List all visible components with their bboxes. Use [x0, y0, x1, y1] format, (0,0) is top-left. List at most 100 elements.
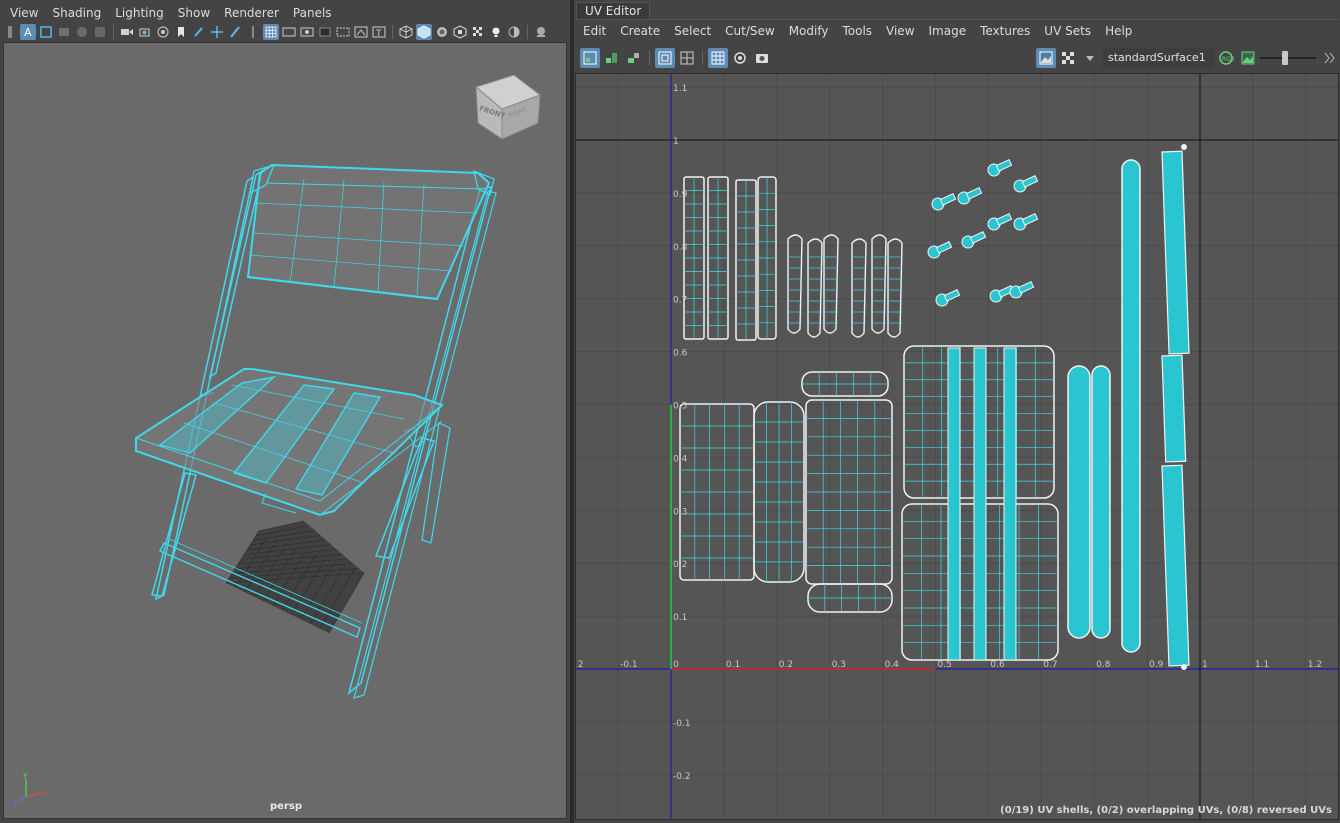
camera-switch-icon[interactable] — [137, 24, 153, 40]
film-gate-icon[interactable] — [281, 24, 297, 40]
uv-frame-all-icon[interactable] — [677, 48, 697, 68]
uv-shell-stack-icon[interactable] — [602, 48, 622, 68]
uv-menu-view[interactable]: View — [879, 24, 921, 38]
grid-icon[interactable] — [263, 24, 279, 40]
resolution-gate-icon[interactable] — [299, 24, 315, 40]
exposure-slider-knob[interactable] — [1282, 50, 1288, 65]
smooth-shade-icon[interactable] — [416, 24, 432, 40]
uv-shell[interactable] — [707, 176, 729, 340]
dropdown-arrow-icon[interactable] — [1080, 48, 1100, 68]
uv-shell[interactable] — [1161, 150, 1190, 355]
uv-shell[interactable] — [1009, 281, 1035, 299]
uv-shell[interactable] — [987, 213, 1013, 231]
paint-brush-icon[interactable] — [227, 24, 243, 40]
uv-frame-icon[interactable] — [655, 47, 675, 68]
uv-shell[interactable] — [987, 159, 1013, 177]
uv-menu-textures[interactable]: Textures — [973, 24, 1037, 38]
uv-layout-icon[interactable] — [624, 48, 644, 68]
textured-icon[interactable] — [452, 24, 468, 40]
menu-panels[interactable]: Panels — [286, 6, 339, 20]
uv-menu-create[interactable]: Create — [613, 24, 667, 38]
gate-mask-icon[interactable] — [317, 24, 333, 40]
image-exposure-icon[interactable] — [1238, 48, 1258, 68]
uv-shell[interactable] — [871, 234, 887, 334]
menu-shading[interactable]: Shading — [45, 6, 108, 20]
uv-menu-tools[interactable]: Tools — [835, 24, 879, 38]
2d-pan-zoom-icon[interactable] — [92, 24, 108, 40]
uv-shell[interactable] — [807, 583, 893, 613]
uv-shell[interactable] — [801, 371, 889, 397]
menu-renderer[interactable]: Renderer — [217, 6, 286, 20]
film-icon[interactable] — [155, 24, 171, 40]
isolate-select-icon[interactable] — [533, 24, 549, 40]
uv-menu-modify[interactable]: Modify — [782, 24, 836, 38]
display-image-icon[interactable] — [1036, 47, 1056, 68]
lights-icon[interactable] — [488, 24, 504, 40]
menu-view[interactable]: View — [3, 6, 45, 20]
grip-icon[interactable] — [2, 24, 18, 40]
uv-shell[interactable] — [1013, 175, 1039, 193]
uv-shell[interactable] — [927, 241, 953, 259]
checker-icon[interactable] — [470, 24, 486, 40]
uv-shell[interactable] — [823, 234, 839, 334]
uv-canvas[interactable]: 2 -0.1 0 0.1 0.2 0.3 0.4 0.5 0.6 0.7 0.8 0.9 1 1.1 1.2… — [575, 73, 1339, 820]
camera-attributes-icon[interactable] — [38, 24, 54, 40]
shadows-icon[interactable] — [506, 24, 522, 40]
uv-shell[interactable] — [851, 238, 867, 338]
uv-menu-image[interactable]: Image — [922, 24, 974, 38]
uv-shell[interactable] — [1161, 464, 1190, 667]
uv-menu-edit[interactable]: Edit — [576, 24, 613, 38]
view-cube[interactable]: FRONT RIGHT — [474, 74, 542, 140]
uv-shell[interactable] — [1067, 365, 1091, 639]
toolbar-expand-icon[interactable] — [1318, 48, 1338, 68]
checker-map-icon[interactable] — [1058, 48, 1078, 68]
rgb-channels-icon[interactable]: RGB — [1216, 48, 1236, 68]
grease-pencil-icon[interactable] — [191, 24, 207, 40]
uv-shell-strap[interactable] — [947, 347, 961, 661]
uv-shell[interactable] — [757, 176, 777, 340]
bookmark-flag-icon[interactable] — [173, 24, 189, 40]
uv-menu-select[interactable]: Select — [667, 24, 718, 38]
move-pivot-icon[interactable] — [209, 24, 225, 40]
select-camera-icon[interactable]: A — [20, 24, 36, 40]
uv-shell[interactable] — [887, 238, 903, 338]
uv-shell[interactable] — [1121, 159, 1141, 653]
uv-menu-uv-sets[interactable]: UV Sets — [1037, 24, 1098, 38]
uv-menu-cut-sew[interactable]: Cut/Sew — [718, 24, 782, 38]
uv-toolkit-icon[interactable] — [580, 47, 600, 68]
uv-editor-title-tab[interactable]: UV Editor — [576, 2, 651, 19]
uv-shell[interactable] — [957, 187, 983, 205]
uv-shell-strap[interactable] — [1003, 347, 1017, 661]
uv-shell-strap[interactable] — [973, 347, 987, 661]
uv-shell[interactable] — [935, 289, 961, 307]
uv-shell[interactable] — [1091, 365, 1111, 639]
safe-title-icon[interactable]: T — [371, 24, 387, 40]
uv-menu-help[interactable]: Help — [1098, 24, 1139, 38]
menu-show[interactable]: Show — [171, 6, 217, 20]
exposure-slider[interactable] — [1260, 50, 1316, 66]
uv-snapshot-icon[interactable] — [752, 48, 772, 68]
uv-shell[interactable] — [805, 399, 893, 585]
video-camera-icon[interactable] — [119, 24, 135, 40]
uv-shells[interactable] — [679, 144, 1190, 670]
perspective-viewport[interactable]: FRONT RIGHT y x z persp — [3, 42, 567, 819]
uv-shell[interactable] — [1161, 354, 1187, 463]
uv-shell[interactable] — [753, 401, 805, 583]
image-plane-icon[interactable] — [74, 24, 90, 40]
uv-shell[interactable] — [683, 176, 705, 340]
default-material-icon[interactable] — [434, 24, 450, 40]
uv-shell[interactable] — [735, 179, 757, 341]
field-chart-icon[interactable] — [335, 24, 351, 40]
texture-shader-field[interactable]: standardSurface1 — [1102, 47, 1214, 68]
uv-grid-icon[interactable] — [708, 47, 728, 68]
uv-pin-icon[interactable] — [730, 48, 750, 68]
uv-shell[interactable] — [787, 234, 803, 334]
wireframe-icon[interactable] — [398, 24, 414, 40]
uv-shell[interactable] — [1013, 213, 1039, 231]
uv-shell[interactable] — [679, 403, 755, 581]
safe-action-icon[interactable] — [353, 24, 369, 40]
u-axis-label: 1.1 — [1255, 660, 1269, 670]
bookmark-icon[interactable] — [56, 24, 72, 40]
uv-shell[interactable] — [807, 238, 823, 338]
menu-lighting[interactable]: Lighting — [108, 6, 171, 20]
